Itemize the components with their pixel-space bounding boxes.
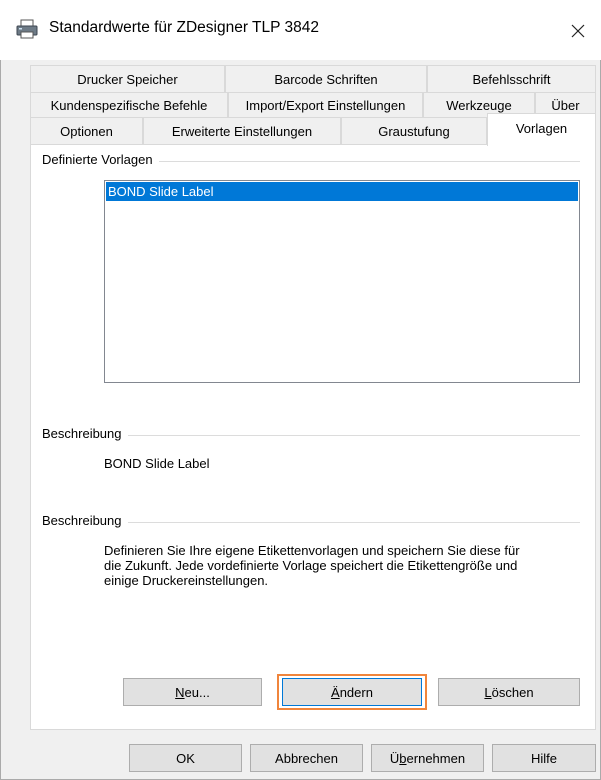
- tab-label: Kundenspezifische Befehle: [50, 97, 208, 113]
- tab-label: Barcode Schriften: [274, 71, 378, 87]
- cancel-button-label: Abbrechen: [275, 750, 338, 766]
- label-part: ernehmen: [406, 750, 466, 766]
- tab-vorlagen[interactable]: Vorlagen: [487, 113, 596, 146]
- description-group-label: Beschreibung: [42, 426, 128, 441]
- list-item[interactable]: BOND Slide Label: [106, 182, 578, 201]
- delete-button[interactable]: Löschen: [438, 678, 580, 706]
- apply-button-label: Übernehmen: [390, 751, 465, 766]
- tab-label: Optionen: [60, 123, 113, 139]
- ok-button-label: OK: [176, 750, 195, 766]
- printer-icon: [16, 19, 38, 39]
- tab-kundenspezifische-befehle[interactable]: Kundenspezifische Befehle: [30, 92, 228, 117]
- tab-import-export[interactable]: Import/Export Einstellungen: [228, 92, 423, 117]
- help-button[interactable]: Hilfe: [492, 744, 596, 772]
- edit-button-face: Ändern: [282, 678, 422, 706]
- templates-group-label: Definierte Vorlagen: [42, 152, 159, 167]
- new-button[interactable]: Neu...: [123, 678, 262, 706]
- template-description-value: BOND Slide Label: [104, 456, 210, 471]
- close-icon[interactable]: [561, 14, 595, 48]
- tab-label: Werkzeuge: [446, 97, 512, 113]
- window-title: Standardwerte für ZDesigner TLP 3842: [49, 19, 319, 36]
- tab-label: Vorlagen: [515, 120, 568, 136]
- tab-barcode-schriften[interactable]: Barcode Schriften: [225, 65, 427, 92]
- new-button-label: Neu...: [175, 685, 210, 700]
- mnemonic: Ä: [331, 684, 340, 700]
- delete-button-label: Löschen: [484, 685, 533, 700]
- ok-button[interactable]: OK: [129, 744, 242, 772]
- mnemonic: N: [175, 684, 185, 700]
- mnemonic: b: [399, 750, 407, 766]
- help-text-line: einige Druckereinstellungen.: [104, 573, 269, 588]
- tab-label: Drucker Speicher: [77, 71, 178, 87]
- tab-befehlsschrift[interactable]: Befehlsschrift: [427, 65, 596, 92]
- title-bar: Standardwerte für ZDesigner TLP 3842: [0, 0, 601, 60]
- help-text-line: die Zukunft. Jede vordefinierte Vorlage …: [104, 558, 518, 573]
- label-part: Ü: [389, 750, 400, 766]
- label-rest: ndern: [339, 684, 373, 700]
- tab-erweiterte-einstellungen[interactable]: Erweiterte Einstellungen: [143, 117, 341, 144]
- cancel-button[interactable]: Abbrechen: [250, 744, 363, 772]
- tab-label: Import/Export Einstellungen: [245, 97, 406, 113]
- label-rest: eu...: [184, 684, 210, 700]
- mnemonic: L: [484, 684, 492, 700]
- edit-button-label: Ändern: [331, 685, 373, 700]
- tab-label: Graustufung: [378, 123, 450, 139]
- help-group-label: Beschreibung: [42, 513, 128, 528]
- tab-label: Befehlsschrift: [472, 71, 551, 87]
- help-text: Definieren Sie Ihre eigene Etikettenvorl…: [104, 543, 584, 588]
- help-text-line: Definieren Sie Ihre eigene Etikettenvorl…: [104, 543, 520, 558]
- apply-button[interactable]: Übernehmen: [371, 744, 484, 772]
- templates-listbox[interactable]: BOND Slide Label: [104, 180, 580, 383]
- tab-label: Über: [551, 97, 580, 113]
- label-rest: öschen: [491, 684, 534, 700]
- tab-label: Erweiterte Einstellungen: [171, 123, 313, 139]
- help-button-label: Hilfe: [530, 750, 557, 766]
- tab-optionen[interactable]: Optionen: [30, 117, 143, 144]
- edit-button[interactable]: Ändern: [277, 674, 427, 710]
- tab-graustufung[interactable]: Graustufung: [341, 117, 487, 144]
- tab-drucker-speicher[interactable]: Drucker Speicher: [30, 65, 225, 92]
